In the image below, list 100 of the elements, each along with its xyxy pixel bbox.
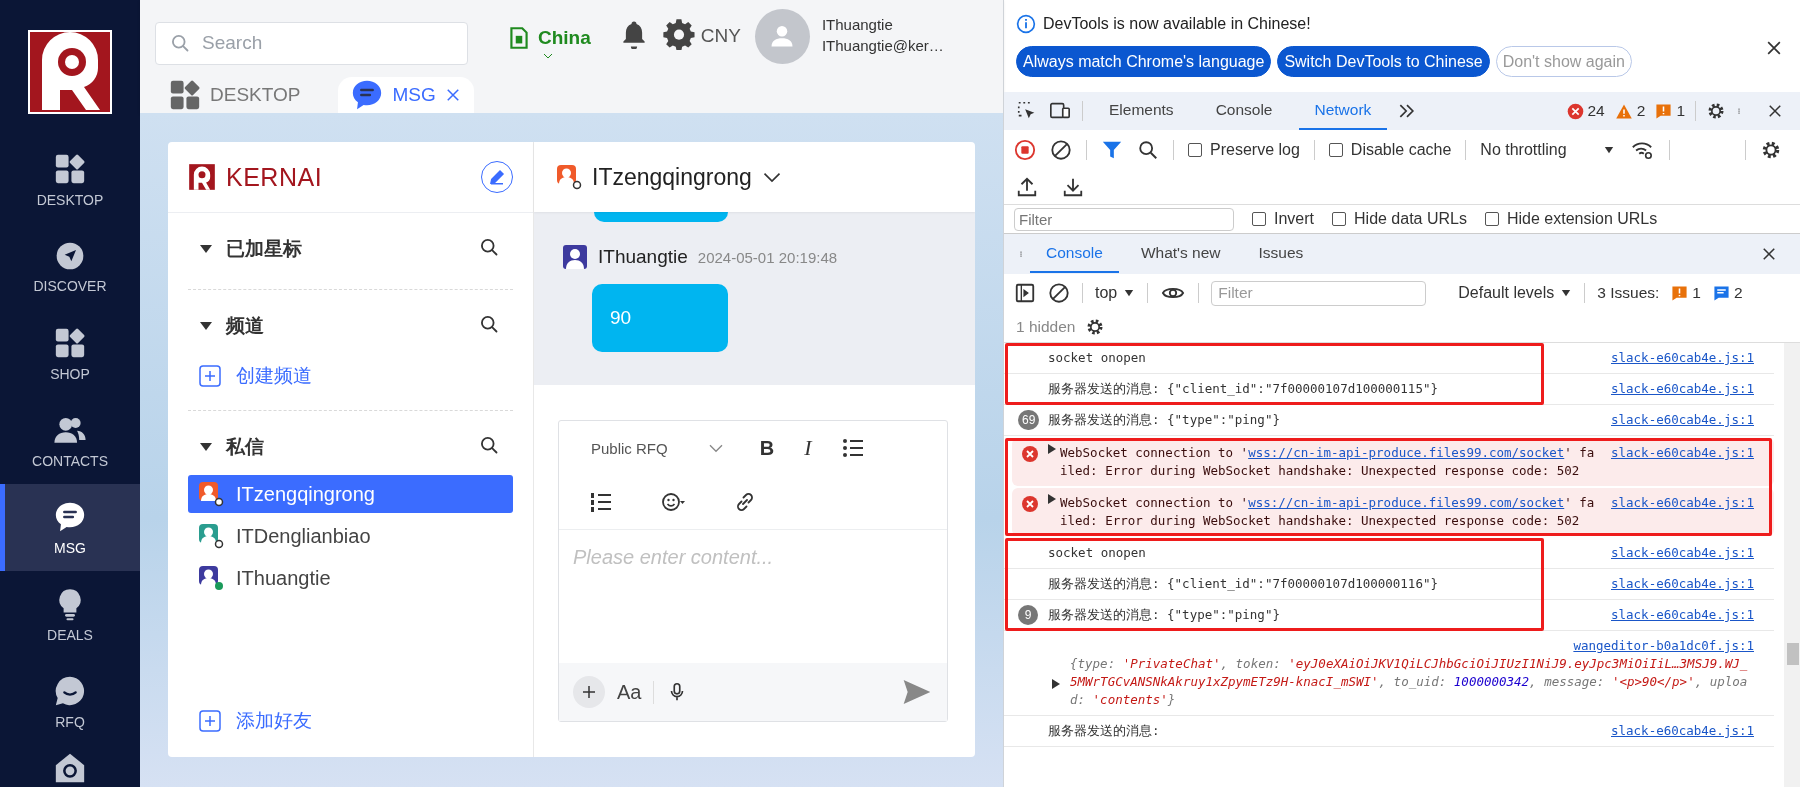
checkbox[interactable]: Hide data URLs: [1332, 210, 1467, 228]
section-title[interactable]: 私信: [226, 434, 264, 460]
issue-count[interactable]: 1: [1692, 284, 1701, 302]
log-message: 服务器发送的消息: {"client_id":"7f00000107d100000116"}: [1048, 576, 1438, 591]
checkbox[interactable]: Invert: [1252, 210, 1314, 228]
issue-count[interactable]: 1: [1676, 102, 1685, 120]
contact-item[interactable]: ITzengqingrong: [188, 475, 513, 513]
url-link[interactable]: wss://cn-im-api-produce.files99.com/socket: [1248, 495, 1565, 510]
url-link[interactable]: wss://cn-im-api-produce.files99.com/socket: [1248, 445, 1565, 460]
scrollbar[interactable]: [1784, 343, 1800, 787]
search-input[interactable]: Search: [200, 31, 444, 55]
nav-item[interactable]: MSG: [0, 484, 140, 571]
nav-item[interactable]: CONTACTS: [0, 397, 140, 484]
brand-logo-icon: [188, 163, 216, 191]
log-message: 服务器发送的消息:: [1048, 723, 1160, 738]
region-selector[interactable]: China: [506, 25, 591, 63]
nav-item[interactable]: RFQ: [0, 658, 140, 745]
issue-icon: [1655, 102, 1673, 120]
currency-label[interactable]: CNY: [700, 25, 741, 47]
source-link[interactable]: slack-e60cab4e.js:1: [1611, 411, 1754, 429]
log-levels-dropdown[interactable]: Default levels: [1458, 284, 1573, 302]
section-title[interactable]: 频道: [226, 313, 264, 339]
banner-button[interactable]: Switch DevTools to Chinese: [1277, 46, 1490, 77]
warning-count[interactable]: 2: [1636, 102, 1646, 120]
import-icon[interactable]: [1016, 175, 1038, 198]
apps-icon: [168, 78, 202, 112]
issue-count[interactable]: 2: [1733, 284, 1743, 302]
checkbox[interactable]: Preserve log: [1188, 140, 1300, 159]
clear-icon[interactable]: [1050, 138, 1072, 161]
search-icon[interactable]: [479, 314, 499, 334]
add-icon: [198, 709, 222, 733]
context-dropdown[interactable]: top: [1095, 284, 1136, 302]
error-icon: [1566, 102, 1584, 120]
close-icon[interactable]: [1760, 245, 1778, 263]
search-field[interactable]: Search: [155, 21, 468, 65]
issue-icon: [1671, 284, 1689, 302]
search-icon[interactable]: [479, 237, 499, 257]
caret-icon[interactable]: [200, 245, 212, 253]
source-link[interactable]: slack-e60cab4e.js:1: [1611, 444, 1754, 462]
devtools-tab[interactable]: Network: [1298, 92, 1388, 130]
compose-button[interactable]: [481, 161, 513, 193]
italic-button[interactable]: I: [796, 435, 820, 461]
message-editor[interactable]: Public RFQ B I Please enter content... Aa: [558, 420, 948, 722]
expand-icon[interactable]: [1048, 444, 1056, 454]
close-icon[interactable]: [1766, 102, 1784, 120]
nav-item[interactable]: DISCOVER: [0, 223, 140, 310]
drawer-tab[interactable]: Console: [1030, 235, 1119, 273]
section-title[interactable]: 已加星标: [226, 236, 302, 262]
checkbox[interactable]: Hide extension URLs: [1484, 210, 1658, 228]
tab[interactable]: MSG: [338, 77, 474, 113]
source-link[interactable]: slack-e60cab4e.js:1: [1611, 349, 1754, 367]
expand-icon[interactable]: [1052, 679, 1060, 689]
devtools-tab[interactable]: Console: [1199, 92, 1289, 130]
source-link[interactable]: slack-e60cab4e.js:1: [1611, 544, 1754, 562]
tab[interactable]: DESKTOP: [160, 77, 309, 113]
font-button[interactable]: Aa: [617, 680, 655, 704]
add-icon: [198, 364, 222, 388]
nav-item[interactable]: SHOP: [0, 310, 140, 397]
search-icon[interactable]: [479, 435, 499, 455]
nav-item[interactable]: DEALS: [0, 571, 140, 658]
logo[interactable]: [28, 30, 112, 114]
clear-icon[interactable]: [1048, 282, 1070, 304]
brand-name: KERNAI: [226, 162, 323, 192]
issues-label[interactable]: 3 Issues:: [1597, 284, 1660, 302]
user-name: IThuangtie: [821, 16, 894, 35]
contact-item[interactable]: IThuangtie: [188, 559, 513, 597]
numbered-list-icon: [589, 490, 613, 514]
source-link[interactable]: slack-e60cab4e.js:1: [1611, 380, 1754, 398]
source-link[interactable]: slack-e60cab4e.js:1: [1611, 606, 1754, 624]
contact-item[interactable]: ITDenglianbiao: [188, 517, 513, 555]
info-icon: [1016, 14, 1036, 34]
devtools-tab[interactable]: Elements: [1093, 92, 1190, 130]
create-channel-link[interactable]: 创建频道: [188, 354, 318, 398]
add-friend-link[interactable]: 添加好友: [188, 699, 513, 743]
source-link[interactable]: slack-e60cab4e.js:1: [1611, 722, 1754, 740]
stop-recording-icon[interactable]: [1014, 138, 1036, 161]
error-count[interactable]: 24: [1587, 102, 1605, 120]
format-dropdown[interactable]: Public RFQ: [591, 439, 724, 457]
nav-item[interactable]: DESKTOP: [0, 136, 140, 223]
expand-icon[interactable]: [1048, 494, 1056, 504]
drawer-tab[interactable]: What's new: [1124, 235, 1237, 273]
filter-field[interactable]: Filter: [1014, 207, 1234, 231]
banner-button[interactable]: Always match Chrome's language: [1016, 46, 1272, 77]
attach-button[interactable]: [573, 676, 605, 708]
bold-button[interactable]: B: [751, 436, 783, 460]
settings-icon[interactable]: [662, 18, 695, 50]
drawer-tab[interactable]: Issues: [1242, 235, 1320, 273]
filter-field[interactable]: Filter: [1211, 280, 1427, 306]
source-link[interactable]: wangeditor-b0a1dc0f.js:1: [1573, 638, 1754, 653]
warning-icon: [1614, 102, 1633, 120]
source-link[interactable]: slack-e60cab4e.js:1: [1611, 494, 1754, 512]
settings-icon[interactable]: [1706, 101, 1726, 121]
sidebar-icon[interactable]: [1014, 282, 1036, 304]
message-bubble: 90: [592, 284, 728, 352]
caret-icon[interactable]: [200, 322, 212, 330]
checkbox[interactable]: Disable cache: [1328, 140, 1452, 159]
throttling-dropdown[interactable]: No throttling: [1480, 140, 1615, 159]
caret-icon[interactable]: [200, 443, 212, 451]
source-link[interactable]: slack-e60cab4e.js:1: [1611, 575, 1754, 593]
search-icon[interactable]: [1137, 138, 1159, 161]
